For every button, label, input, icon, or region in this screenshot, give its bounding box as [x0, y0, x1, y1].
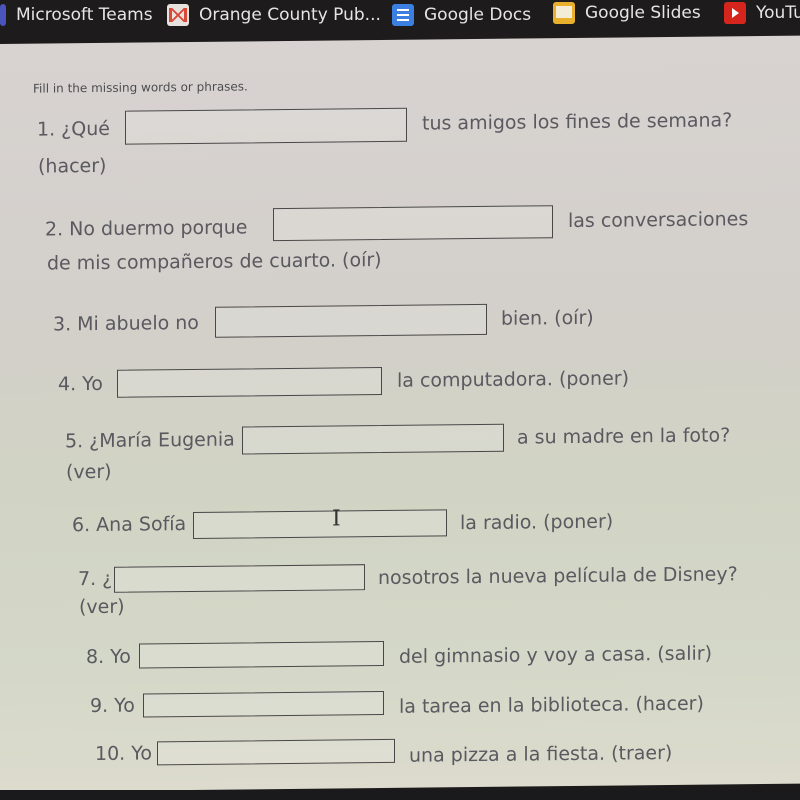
question-text-after: la tarea en la biblioteca. (hacer)	[399, 692, 704, 718]
answer-field-4[interactable]	[117, 366, 382, 398]
bookmark-label: Google Slides	[585, 3, 701, 23]
verb-hint: (hacer)	[38, 154, 107, 178]
bookmarks-bar: Microsoft Teams Orange County Pub... Goo…	[0, 0, 800, 40]
question-label: 9. Yo	[90, 694, 135, 718]
question-label: 3. Mi abuelo no	[53, 311, 199, 336]
bookmark-label: Orange County Pub...	[199, 5, 381, 25]
text-cursor-icon: I	[332, 506, 341, 532]
bookmark-youtube[interactable]: YouTu	[724, 2, 800, 24]
question-label: 8. Yo	[86, 645, 131, 669]
answer-field-1[interactable]	[125, 107, 407, 145]
google-slides-icon	[553, 2, 575, 24]
answer-field-9[interactable]	[143, 690, 384, 718]
answer-field-5[interactable]	[242, 423, 504, 455]
question-text-after: las conversaciones	[568, 208, 749, 233]
teams-icon	[0, 4, 6, 26]
question-label: 4. Yo	[58, 372, 103, 396]
google-docs-icon	[392, 4, 414, 26]
bookmark-label: Microsoft Teams	[16, 5, 153, 25]
verb-hint: de mis compañeros de cuarto. (oír)	[47, 249, 382, 275]
screen-bezel	[0, 790, 800, 800]
question-label: 5. ¿María Eugenia	[65, 428, 235, 453]
question-text-after: a su madre en la foto?	[517, 424, 731, 449]
answer-field-2[interactable]	[273, 205, 553, 242]
youtube-icon	[724, 2, 746, 24]
answer-field-8[interactable]	[139, 640, 384, 669]
question-text-after: una pizza a la fiesta. (traer)	[409, 741, 673, 767]
answer-field-10[interactable]	[157, 738, 395, 766]
bookmark-google-docs[interactable]: Google Docs	[392, 4, 531, 26]
question-text-after: tus amigos los fines de semana?	[422, 109, 733, 135]
worksheet-page: Fill in the missing words or phrases. 1.…	[0, 35, 800, 792]
answer-field-6[interactable]	[193, 509, 447, 539]
bookmark-orange-county[interactable]: Orange County Pub...	[167, 4, 381, 26]
verb-hint: (ver)	[66, 460, 112, 484]
question-text-after: del gimnasio y voy a casa. (salir)	[399, 642, 713, 668]
bookmark-label: Google Docs	[424, 5, 532, 25]
question-label: 10. Yo	[95, 742, 152, 766]
answer-field-7[interactable]	[114, 564, 365, 593]
gmail-icon	[167, 4, 189, 26]
question-label: 7. ¿	[78, 567, 113, 591]
question-text-after: la computadora. (poner)	[397, 367, 630, 392]
question-label: 2. No duermo porque	[45, 216, 248, 241]
instructions: Fill in the missing words or phrases.	[33, 79, 248, 96]
bookmark-google-slides[interactable]: Google Slides	[553, 2, 701, 24]
question-text-after: nosotros la nueva película de Disney?	[378, 563, 738, 590]
question-text-after: bien. (oír)	[501, 306, 594, 330]
question-label: 6. Ana Sofía	[72, 513, 187, 537]
question-label: 1. ¿Qué	[37, 117, 110, 141]
answer-field-3[interactable]	[215, 303, 487, 338]
bookmark-microsoft-teams[interactable]: Microsoft Teams	[0, 4, 153, 26]
verb-hint: (ver)	[79, 595, 125, 619]
bookmark-label: YouTu	[756, 3, 800, 23]
question-text-after: la radio. (poner)	[460, 510, 614, 535]
